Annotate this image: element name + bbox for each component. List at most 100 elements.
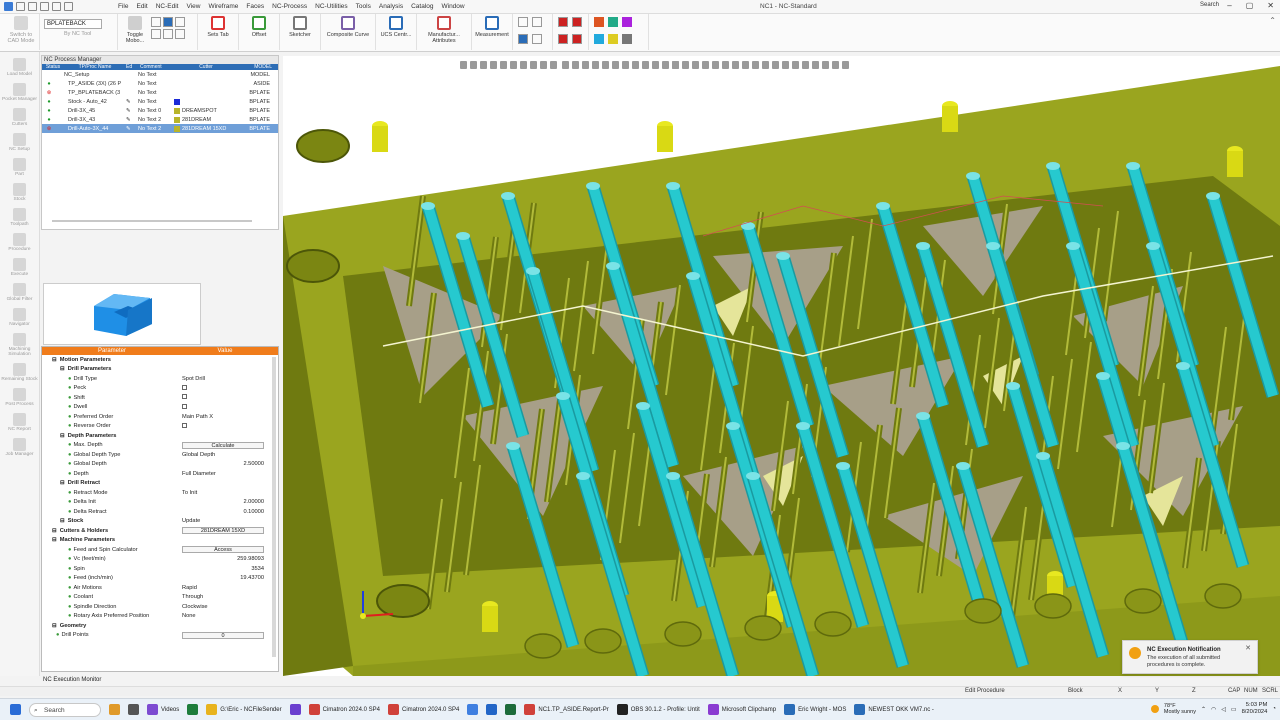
- parameter-value[interactable]: 0: [182, 631, 270, 639]
- taskbar-app[interactable]: Cimatron 2024.0 SP4: [308, 704, 380, 715]
- checkbox[interactable]: [182, 394, 187, 400]
- parameter-row[interactable]: ● Rotary Axis Preferred Position None: [42, 612, 278, 622]
- checkbox[interactable]: [182, 384, 187, 390]
- left-tool-nc-setup[interactable]: NC Setup: [0, 133, 39, 152]
- parameter-row[interactable]: ● Depth Full Diameter: [42, 469, 278, 479]
- col-ed[interactable]: Ed: [126, 64, 140, 70]
- view-tool-icon[interactable]: [530, 61, 537, 69]
- parameter-row[interactable]: ⊟ Motion Parameters: [42, 355, 278, 365]
- ribbon-button-ucs-centr-[interactable]: UCS Centr...: [380, 16, 412, 38]
- ribbon-button-manufactur-attributes[interactable]: Manufactur... Attributes: [421, 16, 467, 44]
- parameter-row[interactable]: ⊟ Machine Parameters: [42, 536, 278, 546]
- parameter-value[interactable]: 2.50000: [182, 461, 270, 467]
- horizontal-scrollbar[interactable]: [52, 220, 252, 222]
- view-tool-icon[interactable]: [582, 61, 589, 69]
- red-grid-icon[interactable]: [558, 34, 568, 44]
- palette-icon[interactable]: [594, 17, 604, 27]
- parameter-value[interactable]: Update: [182, 518, 270, 524]
- left-tool-post-process[interactable]: Post Process: [0, 388, 39, 407]
- layout-icon[interactable]: [175, 17, 185, 27]
- left-tool-pocket-manager[interactable]: Pocket Manager: [0, 83, 39, 102]
- text-value[interactable]: Main Path X: [182, 414, 213, 420]
- switch-cad-button[interactable]: Switch to CAD Mode: [4, 16, 38, 44]
- red-grid-icon[interactable]: [572, 34, 582, 44]
- numeric-value[interactable]: 259.98093: [182, 556, 270, 562]
- left-tool-nc-report[interactable]: NC Report: [0, 413, 39, 432]
- taskbar-app[interactable]: [486, 704, 498, 715]
- procedure-dropdown[interactable]: BPLATEBACK: [44, 19, 102, 29]
- wifi-icon[interactable]: ◠: [1211, 706, 1216, 713]
- parameter-row[interactable]: ● Drill Type Spot Drill: [42, 374, 278, 384]
- parameter-row[interactable]: ● Dwell: [42, 403, 278, 413]
- parameter-row[interactable]: ● Preferred Order Main Path X: [42, 412, 278, 422]
- left-tool-execute[interactable]: Execute: [0, 258, 39, 277]
- view-tool-icon[interactable]: [510, 61, 517, 69]
- grid-icon[interactable]: [151, 17, 161, 27]
- process-row[interactable]: ● Drill-3X_43 ✎ No Text 2 281DREAM BPLATE: [42, 115, 278, 124]
- left-tool-navigator[interactable]: Navigator: [0, 308, 39, 327]
- by-nc-tool-label[interactable]: By NC Tool: [64, 31, 91, 37]
- clock[interactable]: 5:03 PM 8/20/2024: [1242, 702, 1268, 716]
- view-tool-icon[interactable]: [782, 61, 789, 69]
- parameter-row[interactable]: ● Delta Retract 0.10000: [42, 507, 278, 517]
- expand-toggle-icon[interactable]: ⊟: [52, 537, 57, 543]
- expand-toggle-icon[interactable]: ⊟: [52, 528, 57, 534]
- menu-item-file[interactable]: File: [118, 3, 128, 10]
- view-tool-icon[interactable]: [480, 61, 487, 69]
- view-tool-icon[interactable]: [712, 61, 719, 69]
- process-row[interactable]: ⊗ TP_BPLATEBACK (3 No Text BPLATE: [42, 88, 278, 97]
- parameter-row[interactable]: ● Spin 3534: [42, 564, 278, 574]
- ribbon-button-measurement[interactable]: Measurement: [475, 16, 509, 38]
- text-value[interactable]: Full Diameter: [182, 471, 216, 477]
- value-button[interactable]: Calculate: [182, 441, 264, 449]
- parameter-row[interactable]: ● Shift: [42, 393, 278, 403]
- left-tool-stock[interactable]: Stock: [0, 183, 39, 202]
- parameter-row[interactable]: ● Delta Init 2.00000: [42, 498, 278, 508]
- taskbar-app[interactable]: OBS 30.1.2 - Profile: Untit: [616, 704, 700, 715]
- expand-toggle-icon[interactable]: ⊟: [60, 366, 65, 372]
- view-tool-icon[interactable]: [490, 61, 497, 69]
- text-value[interactable]: Spot Drill: [182, 376, 205, 382]
- left-tool-procedure[interactable]: Procedure: [0, 233, 39, 252]
- view-tool-icon[interactable]: [842, 61, 849, 69]
- text-value[interactable]: Rapid: [182, 585, 197, 591]
- view-tool-icon[interactable]: [470, 61, 477, 69]
- text-value[interactable]: Global Depth: [182, 452, 215, 458]
- left-tool-part[interactable]: Part: [0, 158, 39, 177]
- menu-item-tools[interactable]: Tools: [356, 3, 371, 10]
- ribbon-collapse-icon[interactable]: ⌃: [1269, 16, 1276, 25]
- process-row[interactable]: ● TP_ASIDE (3X) (26 P No Text ASIDE: [42, 79, 278, 88]
- view-tool-icon[interactable]: [772, 61, 779, 69]
- parameter-value[interactable]: None: [182, 613, 270, 619]
- print-icon[interactable]: [64, 2, 73, 11]
- ribbon-button-composite-curve[interactable]: Composite Curve: [325, 16, 371, 38]
- parameter-row[interactable]: ⊟ Cutters & Holders 281DREAM 15XD: [42, 526, 278, 536]
- view-tool-icon[interactable]: [652, 61, 659, 69]
- toggle-button[interactable]: Toggle Mobo...: [122, 16, 148, 44]
- weather-widget[interactable]: 78°F Mostly sunny: [1164, 703, 1196, 715]
- nc-execution-monitor-tab[interactable]: NC Execution Monitor: [43, 677, 101, 683]
- value-button[interactable]: 0: [182, 631, 264, 639]
- task-view-icon[interactable]: [128, 704, 139, 715]
- numeric-value[interactable]: 19.43700: [182, 575, 270, 581]
- menu-item-wireframe[interactable]: Wireframe: [208, 3, 238, 10]
- view-tool-icon[interactable]: [612, 61, 619, 69]
- parameter-value[interactable]: Main Path X: [182, 414, 270, 420]
- expand-toggle-icon[interactable]: ⊟: [60, 518, 65, 524]
- parameter-row[interactable]: ● Vc (feet/min) 259.98093: [42, 555, 278, 565]
- parameter-row[interactable]: ● Reverse Order: [42, 422, 278, 432]
- value-button[interactable]: 281DREAM 15XD: [182, 527, 264, 535]
- parameter-row[interactable]: ⊟ Stock Update: [42, 517, 278, 527]
- parameter-value[interactable]: To Init: [182, 490, 270, 496]
- parameter-value[interactable]: 0.10000: [182, 509, 270, 515]
- red-grid-icon[interactable]: [558, 17, 568, 27]
- left-tool-load-model[interactable]: Load Model: [0, 58, 39, 77]
- palette-icon[interactable]: [608, 17, 618, 27]
- parameter-row[interactable]: ● Retract Mode To Init: [42, 488, 278, 498]
- parameter-row[interactable]: ● Global Depth Type Global Depth: [42, 450, 278, 460]
- expand-toggle-icon[interactable]: ⊟: [52, 357, 57, 363]
- parameter-value[interactable]: 19.43700: [182, 575, 270, 581]
- taskbar-app[interactable]: [187, 704, 199, 715]
- parameter-row[interactable]: ● Peck: [42, 384, 278, 394]
- new-icon[interactable]: [4, 2, 13, 11]
